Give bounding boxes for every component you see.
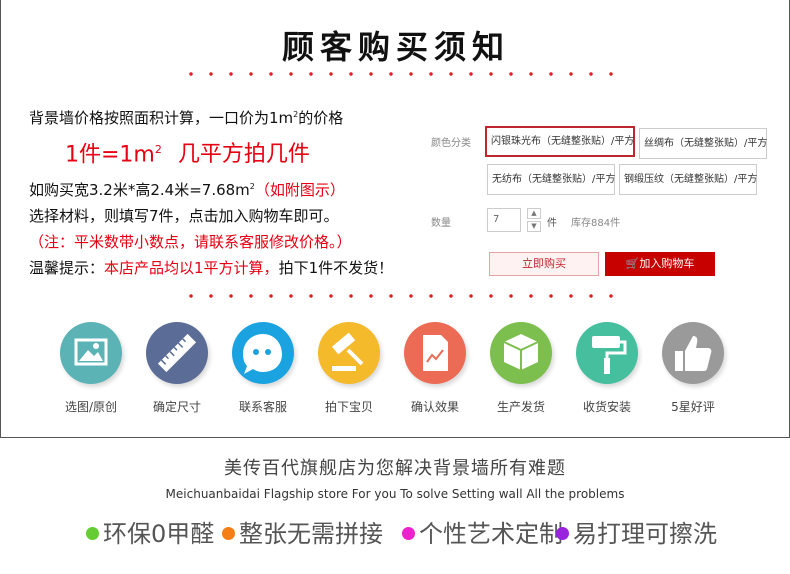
image-icon (60, 322, 122, 384)
cart-icon: 🛒 (625, 257, 640, 270)
gavel-icon (318, 322, 380, 384)
page-title: 顾客购买须知 (281, 28, 510, 66)
notice-line-1: 背景墙价格按照面积计算，一口价为1m2的价格 (29, 109, 344, 127)
paint-roller-icon (576, 322, 638, 384)
dotted-divider-2 (181, 294, 621, 298)
feature-custom: 个性艺术定制 (402, 516, 563, 552)
bullet-icon (86, 527, 99, 540)
stock-count: 库存884件 (571, 218, 621, 229)
feature-washable: 易打理可擦洗 (556, 516, 717, 552)
add-to-cart-button[interactable]: 🛒加入购物车 (605, 252, 715, 276)
bullet-icon (402, 527, 415, 540)
thumbs-up-icon (662, 322, 724, 384)
step-contact: 联系客服 (223, 322, 303, 415)
bullet-icon (222, 527, 235, 540)
feature-list: 环保0甲醛 整张无需拼接 个性艺术定制 易打理可擦洗 (86, 516, 726, 552)
feature-seamless: 整张无需拼接 (222, 516, 383, 552)
buy-now-button[interactable]: 立即购买 (489, 252, 599, 276)
notice-text: 背景墙价格按照面积计算，一口价为1m2的价格 1件=1m2 几平方拍几件 如购买宽… (29, 102, 429, 281)
qty-down-icon[interactable]: ▼ (527, 221, 541, 232)
box-icon (490, 322, 552, 384)
option-embossed[interactable]: 钢缎压纹（无缝整张贴）/平方 (619, 164, 757, 195)
qty-up-icon[interactable]: ▲ (527, 208, 541, 219)
color-label: 颜色分类 (431, 138, 471, 149)
notice-line-4: 选择材料，则填写7件，点击加入购物车即可。 (29, 207, 339, 226)
notice-line-3: 如购买宽3.2米*高2.4米=7.68m2（如附图示） (29, 181, 345, 200)
purchase-notice-panel: 顾客购买须知 背景墙价格按照面积计算，一口价为1m2的价格 1件=1m2 几平方拍… (0, 0, 790, 438)
process-steps: 选图/原创 确定尺寸 联系客服 拍下宝贝 确认效果 生产发货 收货安装 5星好评 (51, 322, 741, 432)
bullet-icon (556, 527, 569, 540)
step-ship: 生产发货 (481, 322, 561, 415)
step-choose-image: 选图/原创 (51, 322, 131, 415)
brand-slogan-en: Meichuanbaidai Flagship store For you To… (165, 487, 625, 501)
option-nonwoven[interactable]: 无纺布（无缝整张贴）/平方 (487, 164, 615, 195)
quantity-input[interactable]: 7 (487, 208, 521, 232)
step-confirm: 确认效果 (395, 322, 475, 415)
qty-unit: 件 (547, 218, 557, 229)
dotted-divider (181, 72, 621, 76)
option-silk[interactable]: 丝绸布（无缝整张贴）/平方 (639, 128, 767, 159)
document-chart-icon (404, 322, 466, 384)
step-review: 5星好评 (653, 322, 733, 415)
brand-slogan: 美传百代旗舰店为您解决背景墙所有难题 (224, 458, 566, 479)
notice-line-big: 1件=1m2 几平方拍几件 (65, 142, 310, 168)
notice-line-5: （注：平米数带小数点，请联系客服修改价格。） (29, 233, 352, 252)
feature-eco: 环保0甲醛 (86, 516, 214, 552)
ruler-icon (146, 322, 208, 384)
notice-line-6: 温馨提示：本店产品均以1平方计算，拍下1件不发货！ (29, 259, 394, 278)
chat-icon (232, 322, 294, 384)
step-order: 拍下宝贝 (309, 322, 389, 415)
step-measure: 确定尺寸 (137, 322, 217, 415)
option-shimmer-silver[interactable]: 闪银珠光布（无缝整张贴）/平方 (485, 126, 635, 157)
step-install: 收货安装 (567, 322, 647, 415)
qty-label: 数量 (431, 218, 451, 229)
